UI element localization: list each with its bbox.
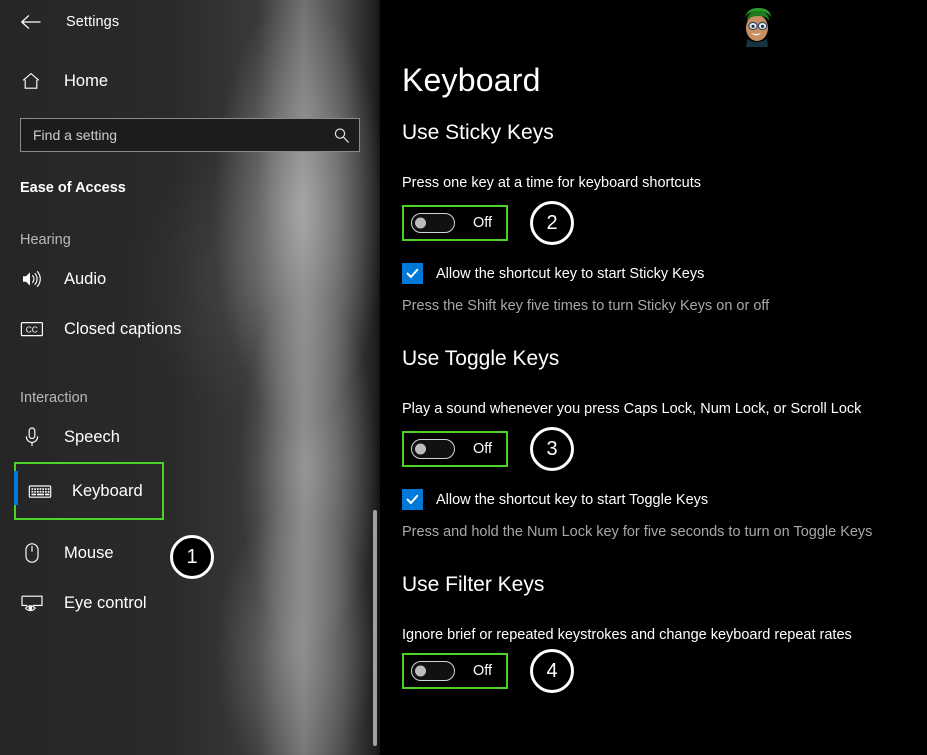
sidebar-item-audio[interactable]: Audio [0,254,380,304]
section-description-sticky-keys: Press one key at a time for keyboard sho… [402,175,701,191]
step-badge-4: 4 [530,649,575,694]
sticky-keys-shortcut-label: Allow the shortcut key to start Sticky K… [436,265,705,282]
sticky-keys-toggle[interactable] [411,213,455,233]
toggle-keys-toggle[interactable] [411,439,455,460]
sidebar-item-keyboard[interactable]: Keyboard [14,462,164,520]
search-icon[interactable] [332,126,350,144]
section-description-filter-keys: Ignore brief or repeated keystrokes and … [402,627,852,644]
annotation-box-filter-keys-toggle: Off [402,653,509,690]
toggle-keys-toggle-state: Off [473,441,493,458]
sidebar-group-interaction-label: Interaction [20,390,88,406]
toggle-keys-toggle-knob [415,443,426,455]
main-content: Keyboard Use Sticky Keys Press one key a… [380,0,927,755]
app-title: Settings [66,14,120,30]
sidebar-item-closed-captions[interactable]: CC Closed captions [0,304,380,354]
sidebar: Settings Home Find a setting Ease of Acc… [0,0,380,755]
toggle-row-toggle-keys: Off 3 [402,427,927,472]
closed-captions-icon: CC [20,317,44,341]
sticky-keys-toggle-state: Off [473,215,493,231]
section-heading-filter-keys: Use Filter Keys [402,573,545,597]
sidebar-item-eye-control[interactable]: Eye control [0,578,380,628]
section-hint-toggle-keys: Press and hold the Num Lock key for five… [402,524,873,541]
filter-keys-toggle-knob [415,665,426,677]
sidebar-group-hearing-label: Hearing [20,232,71,248]
sticky-keys-shortcut-checkbox[interactable] [402,263,423,284]
toggle-keys-shortcut-checkbox[interactable] [402,489,423,511]
search-box[interactable] [20,118,360,152]
microphone-icon [20,425,44,449]
settings-window: Settings Home Find a setting Ease of Acc… [0,0,927,755]
speaker-icon [20,267,44,291]
back-arrow-icon[interactable] [18,9,44,35]
sidebar-category-title: Ease of Access [20,180,126,196]
eye-control-icon [20,591,44,615]
mouse-icon [20,541,44,565]
sidebar-item-home-label: Home [64,71,109,90]
title-bar: Settings [0,0,380,44]
checkbox-row-toggle-keys[interactable]: Allow the shortcut key to start Toggle K… [402,489,927,511]
sidebar-item-speech-label: Speech [64,427,120,446]
sidebar-item-mouse-label: Mouse [64,543,114,562]
search-input[interactable] [33,127,332,143]
step-badge-3: 3 [530,427,575,472]
section-heading-sticky-keys: Use Sticky Keys [402,121,554,144]
svg-text:CC: CC [26,324,38,334]
annotation-box-toggle-keys-toggle: Off [402,431,509,468]
filter-keys-toggle-state: Off [473,663,493,680]
section-hint-sticky-keys: Press the Shift key five times to turn S… [402,298,770,314]
sidebar-item-speech[interactable]: Speech [0,412,380,462]
sidebar-item-eye-control-label: Eye control [64,593,147,612]
toggle-keys-shortcut-label: Allow the shortcut key to start Toggle K… [436,491,709,508]
cartoon-avatar-icon [733,2,779,48]
annotation-box-sticky-keys-toggle: Off [402,205,509,241]
home-icon [20,70,42,92]
checkbox-row-sticky-keys[interactable]: Allow the shortcut key to start Sticky K… [402,263,927,284]
sidebar-item-home[interactable]: Home [0,64,380,98]
sidebar-item-closed-captions-label: Closed captions [64,319,182,338]
step-badge-2: 2 [530,201,575,245]
sidebar-item-mouse[interactable]: Mouse [0,528,380,578]
sticky-keys-toggle-knob [415,217,426,229]
toggle-row-filter-keys: Off 4 [402,649,927,694]
section-heading-toggle-keys: Use Toggle Keys [402,347,560,371]
toggle-row-sticky-keys: Off 2 [402,201,927,245]
keyboard-icon [28,479,52,503]
sidebar-item-keyboard-label: Keyboard [72,481,143,500]
filter-keys-toggle[interactable] [411,661,455,682]
section-description-toggle-keys: Play a sound whenever you press Caps Loc… [402,401,862,418]
sidebar-item-audio-label: Audio [64,269,107,288]
page-title: Keyboard [402,62,541,98]
sidebar-scrollbar-thumb[interactable] [373,510,377,746]
